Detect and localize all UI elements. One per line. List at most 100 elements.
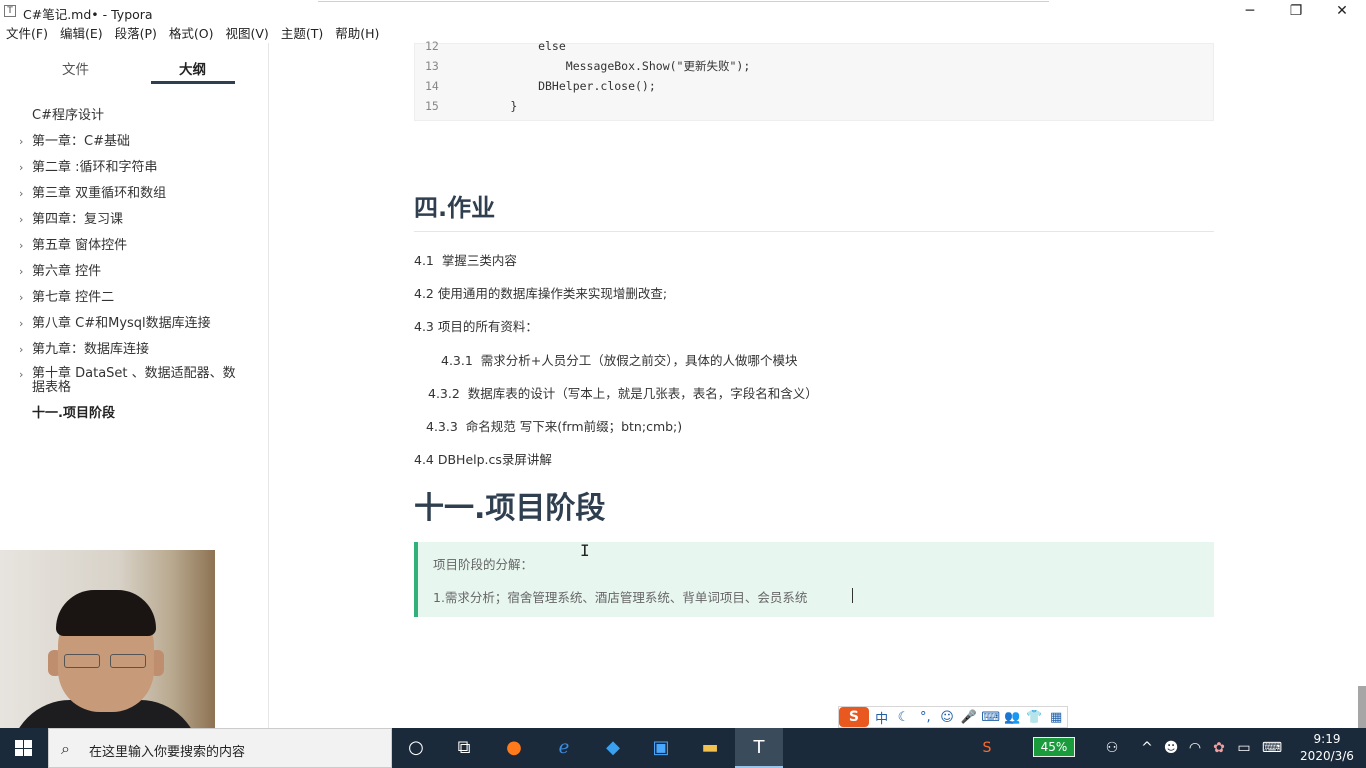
outline-item-label: 第七章 控件二 <box>32 290 115 305</box>
show-hidden-icons-icon[interactable]: ^ <box>1137 728 1157 768</box>
outline-item[interactable]: › 第一章：C#基础 <box>0 129 269 155</box>
outline-item[interactable]: › 第二章 :循环和字符串 <box>0 155 269 181</box>
code-text: } <box>455 99 518 113</box>
code-block[interactable]: 12 else 13 MessageBox.Show("更新失败"); 14 D… <box>414 39 1214 121</box>
outline-item[interactable]: › 第十章 DataSet 、数据适配器、数据表格 <box>0 363 269 401</box>
chevron-right-icon[interactable]: › <box>19 129 23 155</box>
moon-icon[interactable]: ☾ <box>893 710 915 725</box>
chevron-right-icon[interactable]: › <box>19 259 23 285</box>
minimize-button[interactable]: ─ <box>1227 0 1273 23</box>
title-divider <box>318 0 1049 2</box>
clock-date: 2020/3/6 <box>1300 749 1354 763</box>
chevron-right-icon[interactable]: › <box>19 155 23 181</box>
code-text: else <box>455 39 566 53</box>
text-caret <box>852 588 853 603</box>
menu-file[interactable]: 文件(F) <box>0 23 54 43</box>
battery-indicator[interactable]: 45% <box>1033 737 1075 757</box>
outline-item-label: 第六章 控件 <box>32 264 102 279</box>
start-button[interactable] <box>0 728 48 768</box>
firefox-icon[interactable]: ● <box>490 728 538 768</box>
chevron-right-icon[interactable]: › <box>19 311 23 337</box>
outline-item[interactable]: › 第六章 控件 <box>0 259 269 285</box>
outline-item[interactable]: › 第四章：复习课 <box>0 207 269 233</box>
paragraph: 4.2 使用通用的数据库操作类来实现增删改查; <box>414 286 668 301</box>
outline-list: C#程序设计 › 第一章：C#基础 › 第二章 :循环和字符串 › 第三章 双重循环和… <box>0 103 269 427</box>
vertical-scrollbar[interactable] <box>1358 43 1366 728</box>
outline-item[interactable]: › 第七章 控件二 <box>0 285 269 311</box>
clock[interactable]: 9:19 2020/3/6 <box>1291 731 1363 765</box>
skin-icon[interactable]: 👕 <box>1023 710 1045 725</box>
tencent-meeting-icon[interactable]: ▣ <box>637 728 685 768</box>
chevron-right-icon[interactable]: › <box>19 181 23 207</box>
taskbar-search-box[interactable]: ⌕ 在这里输入你要搜索的内容 <box>48 728 392 768</box>
toolbox-icon[interactable]: ▦ <box>1045 710 1067 725</box>
outline-item-label: 第四章：复习课 <box>32 212 124 227</box>
chinese-mode-icon[interactable]: 中 <box>871 708 893 727</box>
feishu-icon[interactable]: ◆ <box>589 728 637 768</box>
typora-app-icon: T <box>4 5 16 17</box>
wifi-icon[interactable]: ◠ <box>1185 728 1205 768</box>
outline-item[interactable]: › 第九章：数据库连接 <box>0 337 269 363</box>
close-button[interactable]: ✕ <box>1319 0 1365 23</box>
ime-toolbar: S 中 ☾ °, ☺ 🎤 ⌨ 👥 👕 ▦ <box>838 706 1068 728</box>
tab-files[interactable]: 文件 <box>62 58 89 78</box>
code-line: 14 DBHelper.close(); <box>415 76 656 96</box>
punctuation-icon[interactable]: °, <box>914 710 936 725</box>
microphone-icon[interactable]: 🎤 <box>958 710 980 725</box>
webcam-person-glasses <box>64 654 150 670</box>
sogou-logo-icon[interactable]: S <box>839 707 869 727</box>
menu-edit[interactable]: 编辑(E) <box>54 23 109 43</box>
users-icon[interactable]: 👥 <box>1002 710 1024 725</box>
window-title: C#笔记.md• - Typora <box>23 7 153 22</box>
menu-paragraph[interactable]: 段落(P) <box>109 23 163 43</box>
title-bar: T C#笔记.md• - Typora ─ ❐ ✕ <box>0 0 1366 23</box>
keyboard-tray-icon[interactable]: ⌨ <box>1259 728 1285 768</box>
chevron-right-icon[interactable]: › <box>19 285 23 311</box>
chevron-right-icon[interactable]: › <box>19 337 23 363</box>
app-tray-icon[interactable]: ✿ <box>1209 728 1229 768</box>
people-icon[interactable]: ⚇ <box>1100 728 1124 768</box>
chevron-right-icon[interactable]: › <box>19 233 23 259</box>
blockquote[interactable]: 项目阶段的分解： 1.需求分析；宿舍管理系统、酒店管理系统、背单词项目、会员系统 <box>414 542 1214 617</box>
battery-icon[interactable]: ▭ <box>1233 728 1255 768</box>
outline-item-label: 十一.项目阶段 <box>32 406 115 421</box>
outline-item-active[interactable]: 十一.项目阶段 <box>0 401 269 427</box>
outline-item-label: 第三章 双重循环和数组 <box>32 186 167 201</box>
outline-item[interactable]: › 第五章 窗体控件 <box>0 233 269 259</box>
tab-outline[interactable]: 大纲 <box>179 58 206 78</box>
menu-view[interactable]: 视图(V) <box>220 23 275 43</box>
scrollbar-thumb[interactable] <box>1358 686 1366 728</box>
file-explorer-icon[interactable]: ▬ <box>686 728 734 768</box>
edge-icon[interactable]: ℯ <box>540 728 588 768</box>
outline-item[interactable]: C#程序设计 <box>0 103 269 129</box>
cortana-icon[interactable]: ○ <box>392 728 440 768</box>
chevron-right-icon[interactable]: › <box>19 368 23 382</box>
outline-item-label: 第一章：C#基础 <box>32 134 130 149</box>
active-tab-indicator <box>151 81 235 84</box>
chevron-right-icon[interactable]: › <box>19 207 23 233</box>
paragraph: 4.1 掌握三类内容 <box>414 253 517 268</box>
outline-item[interactable]: › 第八章 C#和Mysql数据库连接 <box>0 311 269 337</box>
editor-content[interactable]: 12 else 13 MessageBox.Show("更新失败"); 14 D… <box>270 39 1358 728</box>
paragraph: 4.4 DBHelp.cs录屏讲解 <box>414 452 552 467</box>
line-number: 15 <box>425 99 439 113</box>
outline-item[interactable]: › 第三章 双重循环和数组 <box>0 181 269 207</box>
task-view-icon[interactable]: ⧉ <box>440 728 488 768</box>
outline-item-label: C#程序设计 <box>32 108 104 123</box>
paragraph: 4.3.2 数据库表的设计（写本上，就是几张表，表名，字段名和含义） <box>428 386 818 401</box>
code-line: 13 MessageBox.Show("更新失败"); <box>415 56 750 76</box>
emoji-icon[interactable]: ☺ <box>936 710 958 725</box>
qq-icon[interactable]: ☻ <box>1161 728 1181 768</box>
keyboard-icon[interactable]: ⌨ <box>980 710 1002 725</box>
restore-button[interactable]: ❐ <box>1273 0 1319 23</box>
typora-taskbar-icon[interactable]: T <box>735 728 783 768</box>
sogou-tray-icon[interactable]: S <box>976 728 998 768</box>
outline-item-label: 第九章：数据库连接 <box>32 342 150 357</box>
menu-theme[interactable]: 主题(T) <box>275 23 329 43</box>
menu-format[interactable]: 格式(O) <box>163 23 220 43</box>
outline-item-label: 第八章 C#和Mysql数据库连接 <box>32 316 211 331</box>
menu-help[interactable]: 帮助(H) <box>329 23 385 43</box>
heading-underline <box>414 231 1214 232</box>
paragraph: 4.3 项目的所有资料： <box>414 319 538 334</box>
quote-line: 1.需求分析；宿舍管理系统、酒店管理系统、背单词项目、会员系统 <box>433 590 808 605</box>
